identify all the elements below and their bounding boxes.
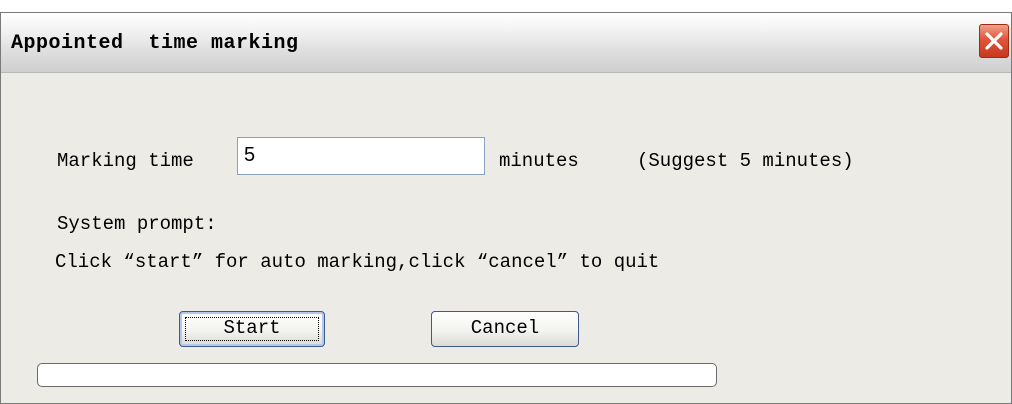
- marking-time-label: Marking time: [57, 150, 194, 172]
- start-button-label: Start: [223, 317, 281, 339]
- dialog-window: Appointed time marking Marking time 5 mi…: [0, 12, 1012, 404]
- system-prompt-text: Click “start” for auto marking,click “ca…: [55, 251, 660, 273]
- start-button[interactable]: Start: [179, 311, 325, 347]
- dialog-content: Marking time 5 minutes (Suggest 5 minute…: [1, 73, 1011, 403]
- close-icon: [985, 32, 1003, 50]
- system-prompt-title: System prompt:: [57, 213, 217, 235]
- close-button[interactable]: [979, 24, 1009, 58]
- minutes-label: minutes: [499, 150, 579, 172]
- title-bar[interactable]: Appointed time marking: [1, 13, 1011, 73]
- marking-time-input[interactable]: 5: [237, 137, 485, 175]
- progress-bar: [37, 363, 717, 387]
- cancel-button[interactable]: Cancel: [431, 311, 579, 347]
- suggest-hint: (Suggest 5 minutes): [637, 150, 854, 172]
- cancel-button-label: Cancel: [470, 317, 540, 339]
- window-title: Appointed time marking: [11, 32, 299, 55]
